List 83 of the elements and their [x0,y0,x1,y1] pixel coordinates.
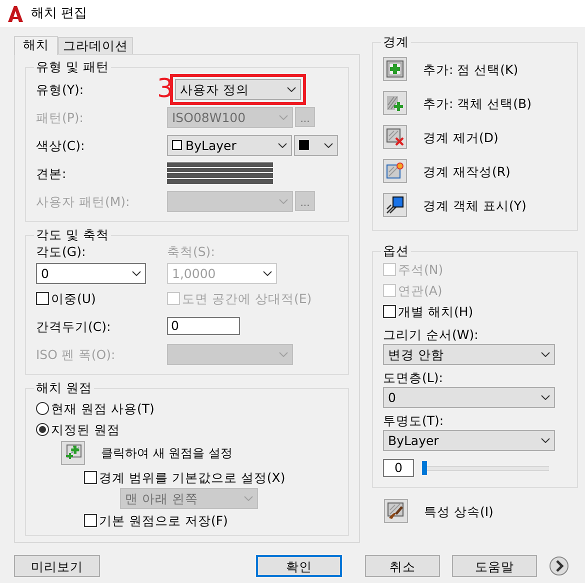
hatch-boundary-icon [386,60,404,78]
expand-icon[interactable] [549,556,569,576]
angle-dropdown[interactable]: 0 [36,263,146,284]
button-label: 경계 객체 표시(Y) [423,198,526,212]
crosshair-plus-icon [64,444,82,462]
button-label: 클릭하여 새 원점을 설정 [101,446,232,460]
button-label: 경계 제거(D) [423,130,498,144]
field-label: 견본: [36,166,68,180]
caret-icon [541,395,550,400]
hatch-boundary-icon [386,196,404,214]
button-label: 특성 상속(I) [424,504,494,518]
paintbrush-icon [387,502,405,520]
checkbox[interactable] [84,470,97,484]
radio-label: 현재 원점 사용(T) [51,401,154,416]
field-label: 각도(G): [36,244,87,259]
caret-icon [541,352,550,357]
dialog-button[interactable]: 취소 [365,555,440,577]
dropdown[interactable]: 변경 안함 [383,344,555,365]
checkbox-label: 경계 범위를 기본값으로 설정(X) [99,470,286,484]
checkbox-label: 이중(U) [51,290,96,306]
field-label: 도면층(L): [383,370,444,385]
inherit-button[interactable] [384,499,408,523]
checkbox-label: 개별 해치(H) [398,304,474,319]
color-dropdown[interactable] [294,134,338,156]
hatch-boundary-icon [386,162,404,180]
dialog-button[interactable]: 미리보기 [14,555,100,577]
slider-thumb[interactable] [422,461,427,475]
boundary-button[interactable] [383,193,407,217]
tab[interactable]: 해치 [14,36,58,55]
caret-icon [132,271,141,276]
field-label: 유형(Y): [36,82,85,96]
tab[interactable]: 그라데이션 [58,37,133,54]
checkbox-label: 기본 원점으로 저장(F) [99,512,228,528]
checkbox[interactable] [36,292,49,304]
hatch-boundary-icon [386,94,404,112]
dropdown[interactable]: 0 [383,387,555,408]
group-title: 각도 및 축척 [35,229,110,241]
caret-icon [279,352,288,356]
dialog-button[interactable]: 도움말 [452,555,537,577]
checkbox-label: 연관(A) [398,283,442,298]
caret-icon [279,114,288,120]
caret-icon [263,271,272,276]
group-title: 유형 및 패턴 [35,61,110,73]
field-label: 축척(S): [167,244,216,259]
field-label: 그리기 순서(W): [383,327,480,342]
field-label: 패턴(P): [36,110,85,124]
group-title: 해치 원점 [35,382,93,394]
radio-button[interactable] [36,402,49,415]
field-label: 사용자 패턴(M): [36,194,131,208]
caret-icon [244,496,253,501]
radio-label: 지정된 원점 [51,422,120,437]
boundary-button[interactable] [383,57,407,81]
checkbox-label: 도면 공간에 상대적(E) [182,290,312,306]
button-label: 추가: 점 선택(K) [423,62,518,76]
spacing-field[interactable]: 0 [167,317,240,335]
checkbox[interactable] [383,305,396,318]
field-label: 간격두기(C): [36,318,112,334]
app-logo-icon [7,6,23,22]
dropdown[interactable]: ByLayer [383,430,555,451]
color-swatch-icon [299,140,310,150]
dialog-button[interactable]: 확인 [256,555,342,577]
hatch-boundary-icon [386,128,404,146]
checkbox-label: 주석(N) [398,262,444,277]
caret-icon [541,438,550,443]
color-swatch-icon [172,140,182,150]
color-dropdown[interactable]: ByLayer [166,134,292,156]
group-title: 옵션 [382,245,410,257]
pattern-swatch[interactable] [167,162,273,184]
caret-icon [278,142,288,148]
checkbox[interactable] [84,514,97,526]
caret-icon [324,142,333,148]
group-title: 경계 [382,36,410,48]
window-title: 해치 편집 [31,6,88,22]
caret-icon [279,198,288,204]
field-label: 투명도(T): [383,413,445,428]
pick-origin-button[interactable] [61,441,85,465]
transparency-field[interactable]: 0 [383,459,414,477]
caret-icon [287,86,296,92]
button-label: 경계 재작성(R) [423,164,510,178]
radio-button[interactable] [36,423,49,436]
field-label: 색상(C): [36,138,86,152]
button-label: 추가: 객체 선택(B) [423,96,532,110]
field-label: ISO 펜 폭(O): [36,346,116,362]
